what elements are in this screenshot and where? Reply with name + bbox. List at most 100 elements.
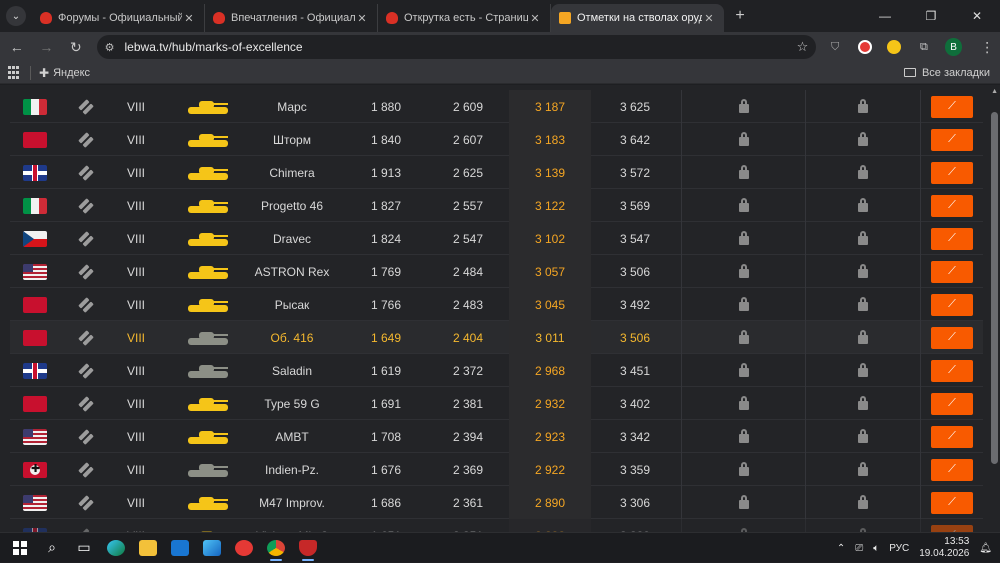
- flag-cell: [22, 453, 48, 486]
- locked-cell: [805, 321, 921, 354]
- flag-cell: [22, 354, 48, 387]
- mark-1-cell: 1 824: [356, 222, 416, 255]
- tank-name[interactable]: Type 59 G: [242, 387, 342, 420]
- close-window-button[interactable]: ✕: [954, 0, 1000, 32]
- table-row: VIII Indien-Pz. 1 676 2 369 2 922 3 359 ⟋: [10, 453, 983, 486]
- profile-avatar[interactable]: B: [944, 38, 963, 56]
- start-button[interactable]: [4, 534, 36, 562]
- wot-launcher-icon[interactable]: [292, 534, 324, 562]
- tank-name[interactable]: ASTRON Rex: [242, 255, 342, 288]
- tank-name[interactable]: Saladin: [242, 354, 342, 387]
- task-view-icon[interactable]: ▭: [68, 534, 100, 562]
- tab-close-icon[interactable]: ✕: [702, 12, 716, 25]
- tab-title: Форумы - Официальный ф: [58, 12, 182, 24]
- restore-button[interactable]: ❐: [908, 0, 954, 32]
- browser-tab[interactable]: Отметки на стволах орудий -✕: [551, 4, 724, 32]
- tank-name[interactable]: Об. 416: [242, 321, 342, 354]
- mark-3-cell: 3 187: [509, 90, 591, 123]
- language-indicator[interactable]: РУС: [889, 543, 909, 554]
- flag-cell: [22, 156, 48, 189]
- tank-name[interactable]: Indien-Pz.: [242, 453, 342, 486]
- tab-search-button[interactable]: ⌄: [6, 6, 26, 26]
- browser-tab[interactable]: Форумы - Официальный ф✕: [32, 4, 205, 32]
- chart-button[interactable]: ⟋: [931, 425, 973, 448]
- tank-name[interactable]: Vickers Mk. 3: [242, 519, 342, 533]
- extensions-puzzle-icon[interactable]: ⧉: [913, 36, 935, 58]
- minimize-button[interactable]: —: [862, 0, 908, 32]
- tank-name[interactable]: Progetto 46: [242, 189, 342, 222]
- mark-100-cell: 3 547: [605, 222, 665, 255]
- tank-name[interactable]: M47 Improv.: [242, 486, 342, 519]
- file-explorer-icon[interactable]: [132, 534, 164, 562]
- extension-shield-icon[interactable]: ⛉: [824, 36, 846, 58]
- chart-button[interactable]: ⟋: [931, 95, 973, 118]
- extension-coin-icon[interactable]: [884, 36, 906, 58]
- browser-tab[interactable]: Впечатления - Официальный✕: [205, 4, 378, 32]
- clock[interactable]: 13:53 19.04.2026: [919, 536, 969, 560]
- chart-button[interactable]: ⟋: [931, 161, 973, 184]
- tank-name[interactable]: Chimera: [242, 156, 342, 189]
- site-info-icon[interactable]: ⚙: [105, 41, 115, 54]
- tier-label: VIII: [126, 363, 145, 378]
- tab-close-icon[interactable]: ✕: [355, 12, 369, 25]
- bookmark-yandex[interactable]: ✚ Яндекс: [39, 66, 90, 80]
- chart-button[interactable]: ⟋: [931, 227, 973, 250]
- chart-button[interactable]: ⟋: [931, 194, 973, 217]
- tank-name[interactable]: Марс: [242, 90, 342, 123]
- tab-close-icon[interactable]: ✕: [528, 12, 542, 25]
- forward-button[interactable]: →: [34, 34, 60, 60]
- page-scrollbar[interactable]: [991, 88, 998, 530]
- chart-button[interactable]: ⟋: [931, 524, 973, 532]
- extension-record-icon[interactable]: [854, 36, 876, 58]
- mark-1-cell: 1 708: [356, 420, 416, 453]
- class-cell: [74, 519, 98, 532]
- apps-grid-icon[interactable]: [8, 65, 22, 80]
- store-icon[interactable]: [196, 534, 228, 562]
- chart-button[interactable]: ⟋: [931, 491, 973, 514]
- tank-silhouette-icon: [188, 199, 228, 213]
- chart-button[interactable]: ⟋: [931, 128, 973, 151]
- outlook-icon[interactable]: [164, 534, 196, 562]
- chart-button[interactable]: ⟋: [931, 293, 973, 316]
- flag-cell: [22, 90, 48, 123]
- tank-image-cell: [172, 387, 244, 420]
- tank-name[interactable]: Dravec: [242, 222, 342, 255]
- heavy-tank-class-icon: [78, 428, 95, 445]
- edge-icon[interactable]: [100, 534, 132, 562]
- notification-bell-icon[interactable]: 🔔︎: [979, 543, 992, 554]
- chrome-icon[interactable]: [260, 534, 292, 562]
- bookmark-star-icon[interactable]: ☆: [797, 39, 809, 55]
- tab-close-icon[interactable]: ✕: [182, 12, 196, 25]
- back-button[interactable]: ←: [4, 34, 30, 60]
- yandex-browser-icon[interactable]: [228, 534, 260, 562]
- all-bookmarks[interactable]: Все закладки: [903, 67, 990, 79]
- browser-menu-icon[interactable]: ⋮: [974, 34, 1000, 60]
- tank-name[interactable]: AMBT: [242, 420, 342, 453]
- new-tab-button[interactable]: +: [728, 7, 752, 25]
- chart-button[interactable]: ⟋: [931, 392, 973, 415]
- url-input[interactable]: [124, 40, 797, 54]
- flag-cell: [22, 420, 48, 453]
- chart-button[interactable]: ⟋: [931, 359, 973, 382]
- reload-button[interactable]: ↻: [63, 34, 89, 60]
- tray-chevron-up-icon[interactable]: ⌃: [837, 543, 845, 554]
- locked-cell: [805, 255, 921, 288]
- chart-button[interactable]: ⟋: [931, 458, 973, 481]
- lock-icon: [738, 264, 749, 278]
- tray-network-icon[interactable]: ⎚: [855, 543, 863, 554]
- mark-3-cell: 2 923: [509, 420, 591, 453]
- tier-label: VIII: [126, 330, 145, 345]
- chart-button[interactable]: ⟋: [931, 260, 973, 283]
- scrollbar-thumb[interactable]: [991, 112, 998, 464]
- tank-name[interactable]: Рысак: [242, 288, 342, 321]
- tab-title: Отметки на стволах орудий -: [577, 12, 702, 24]
- browser-tab[interactable]: Открутка есть - Страница 119✕: [378, 4, 551, 32]
- tank-name[interactable]: Шторм: [242, 123, 342, 156]
- table-row: VIII Марс 1 880 2 609 3 187 3 625 ⟋: [10, 90, 983, 123]
- flag-cell: [22, 123, 48, 156]
- mark-100-cell: 3 572: [605, 156, 665, 189]
- chart-button[interactable]: ⟋: [931, 326, 973, 349]
- address-bar[interactable]: ⚙ ☆: [96, 35, 817, 59]
- tray-volume-icon[interactable]: 🔈︎: [873, 543, 879, 554]
- search-icon[interactable]: ⌕: [36, 534, 68, 562]
